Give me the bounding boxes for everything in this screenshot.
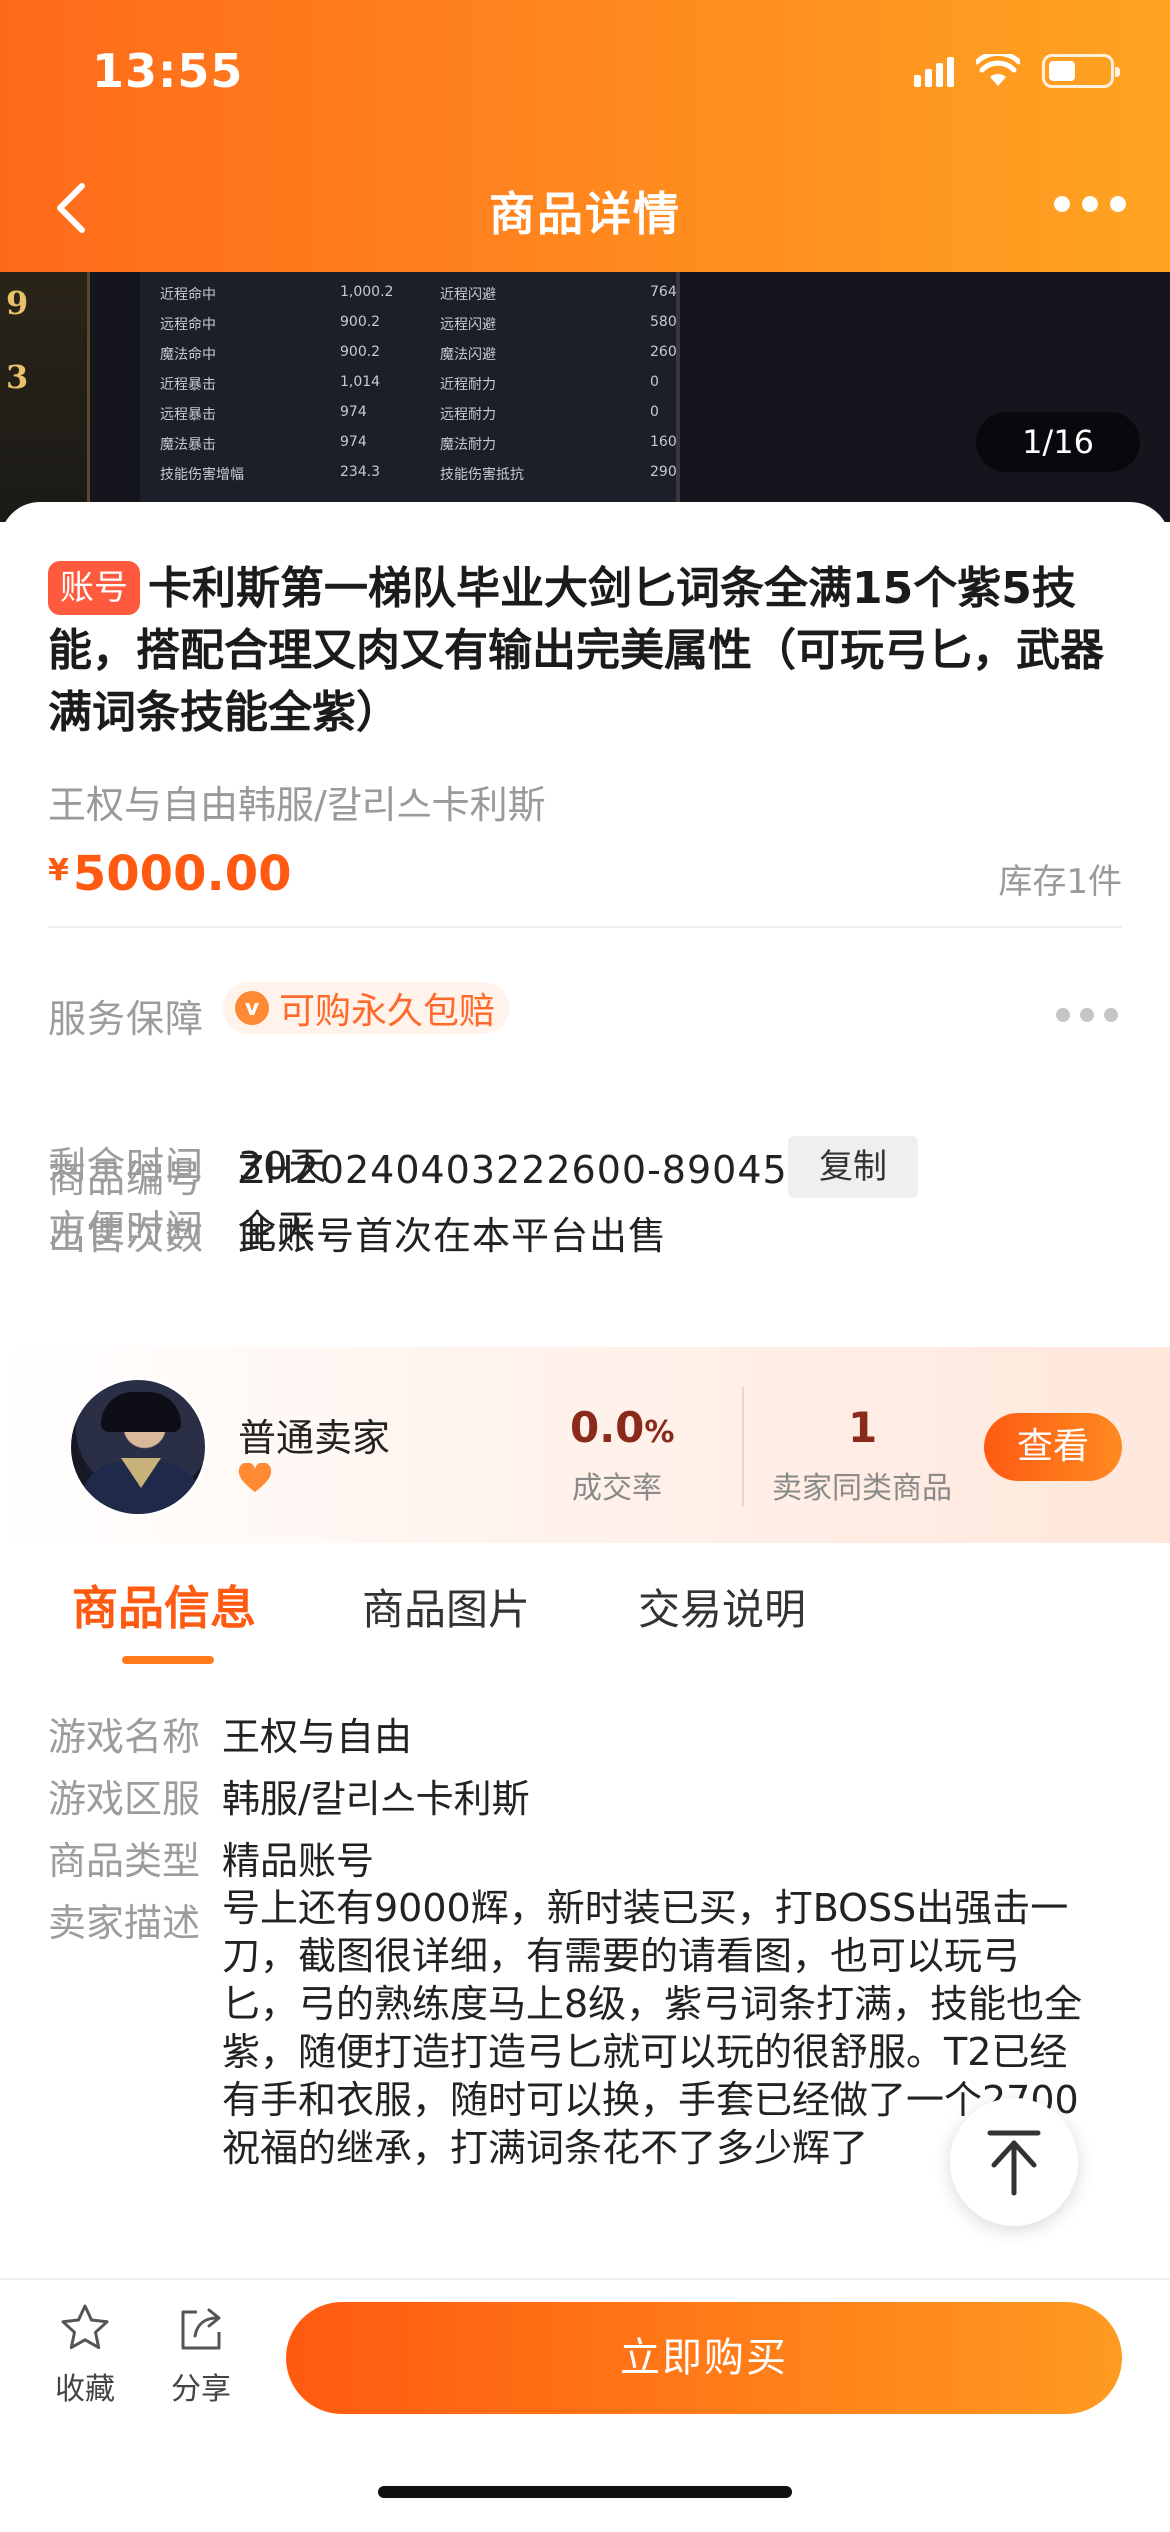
stock-count: 库存1件 [998, 862, 1122, 902]
arrow-up-icon [987, 2130, 1041, 2196]
sales-row: 出售次数 此账号首次在本平台出售 [48, 1205, 1122, 1265]
deal-rate-label: 成交率 [572, 1471, 662, 1506]
game-ui-left-strip: 9 3 [0, 272, 90, 522]
game-stats-panel: 近程命中 1,000.2 近程闪避 764 远程命中 900.2 远程闪避 580 魔法… [140, 272, 680, 522]
signal-icon [914, 55, 954, 87]
stat-row: 技能伤害增幅 234.3 技能伤害抵抗 290 [160, 464, 677, 483]
remain-value: 30天 [238, 1144, 328, 1188]
product-type-value: 精品账号 [222, 1839, 375, 1883]
star-icon [61, 2304, 109, 2350]
scroll-to-top-button[interactable] [950, 2098, 1078, 2226]
active-tab-indicator [122, 1656, 214, 1664]
product-type-label: 商品类型 [48, 1839, 201, 1883]
gallery-left-value: 3 [6, 358, 29, 396]
stat-row: 近程暴击 1,014 近程耐力 0 [160, 374, 659, 393]
seller-desc-label: 卖家描述 [48, 1901, 201, 1945]
guarantee-v-icon: v [235, 991, 269, 1025]
header: 13:55 商品详情 [0, 0, 1170, 272]
tab-product-images[interactable]: 商品图片 [362, 1576, 530, 1637]
share-button[interactable]: 分享 [156, 2302, 246, 2408]
game-name-value: 王权与自由 [222, 1715, 413, 1759]
remain-row: 剩余时间 30天 [48, 1135, 1122, 1195]
tab-product-info[interactable]: 商品信息 [72, 1572, 256, 1638]
similar-goods-label: 卖家同类商品 [772, 1471, 952, 1506]
divider [48, 926, 1122, 928]
game-name-label: 游戏名称 [48, 1715, 201, 1759]
home-indicator [378, 2486, 792, 2498]
stat-divider [742, 1387, 744, 1507]
product-title: 卡利斯第一梯队毕业大剑匕词条全满15个紫5技能，搭配合理又肉又有输出完美属性（可… [48, 563, 1104, 738]
price-value: 5000.00 [72, 846, 292, 902]
status-time: 13:55 [92, 44, 244, 98]
stat-row: 魔法命中 900.2 魔法闪避 260 [160, 344, 677, 363]
seller-avatar[interactable] [68, 1377, 208, 1517]
guarantee-badge[interactable]: v 可购永久包赔 [223, 982, 510, 1034]
stat-row: 远程暴击 974 远程耐力 0 [160, 404, 659, 423]
gallery-left-value: 9 [6, 284, 29, 322]
sales-label: 出售次数 [48, 1214, 205, 1258]
guarantee-row[interactable]: 服务保障 v 可购永久包赔 [48, 982, 1122, 1048]
seller-bar: 普通卖家 0.0% 成交率 1 卖家同类商品 查看 [0, 1347, 1170, 1543]
account-tag: 账号 [48, 561, 140, 615]
seller-name: 普通卖家 [238, 1416, 391, 1460]
buy-now-button[interactable]: 立即购买 [286, 2302, 1122, 2414]
page-title: 商品详情 [489, 187, 681, 241]
remain-label: 剩余时间 [48, 1144, 205, 1188]
stat-row: 近程命中 1,000.2 近程闪避 764 [160, 284, 677, 303]
heart-icon [238, 1463, 272, 1492]
product-title-block: 账号 卡利斯第一梯队毕业大剑匕词条全满15个紫5技能，搭配合理又肉又有输出完美属性… [48, 558, 1128, 744]
nav-bar: 商品详情 [0, 160, 1170, 252]
guarantee-value: 可购永久包赔 [279, 991, 496, 1032]
favorite-label: 收藏 [55, 2372, 115, 2407]
more-dots-icon[interactable] [1056, 1008, 1118, 1022]
image-counter: 1/16 [976, 412, 1140, 472]
sales-value: 此账号首次在本平台出售 [238, 1214, 668, 1258]
share-icon [181, 2308, 221, 2350]
product-server: 王权与自由韩服/칼리스卡利斯 [48, 783, 546, 827]
product-image-gallery[interactable]: 9 3 近程命中 1,000.2 近程闪避 764 远程命中 900.2 远程闪避 58… [0, 272, 1170, 522]
view-seller-button[interactable]: 查看 [984, 1413, 1122, 1481]
guarantee-label: 服务保障 [48, 997, 205, 1041]
game-server-value: 韩服/칼리스卡利斯 [222, 1777, 530, 1821]
similar-goods-count: 1 [848, 1403, 878, 1452]
price-currency: ¥ [48, 853, 69, 888]
deal-rate-value: 0.0% [570, 1403, 675, 1452]
stat-row: 远程命中 900.2 远程闪避 580 [160, 314, 677, 333]
product-price: ¥5000.00 [48, 846, 292, 902]
wifi-icon [976, 54, 1020, 86]
detail-tabs: 商品信息 商品图片 交易说明 [0, 1560, 1170, 1670]
battery-icon [1042, 54, 1120, 88]
more-options-icon[interactable] [1054, 196, 1126, 212]
game-server-label: 游戏区服 [48, 1777, 201, 1821]
stat-row: 魔法暴击 974 魔法耐力 160 [160, 434, 677, 453]
tab-trade-notes[interactable]: 交易说明 [638, 1576, 806, 1637]
favorite-button[interactable]: 收藏 [40, 2302, 130, 2408]
share-label: 分享 [171, 2372, 231, 2407]
status-icons [914, 54, 1120, 88]
